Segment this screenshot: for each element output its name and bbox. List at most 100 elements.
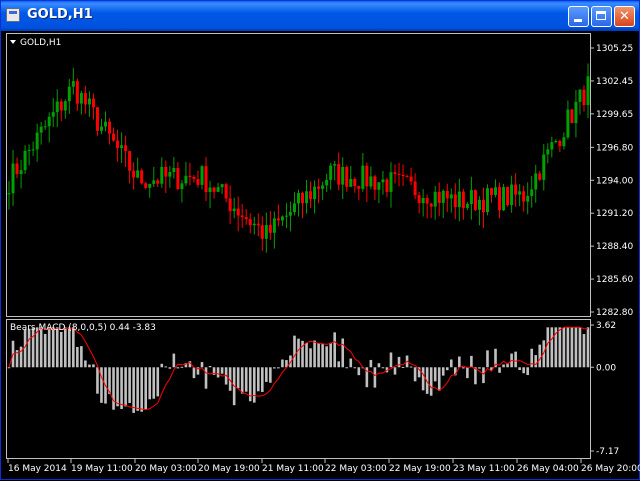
candle-body	[485, 188, 489, 213]
time-tick-label: 20 May 19:00	[198, 464, 260, 474]
candle-body	[220, 184, 224, 188]
histogram-bar	[458, 356, 461, 368]
candle-body	[369, 176, 373, 187]
candle-body	[526, 195, 530, 202]
candle-body	[43, 126, 47, 128]
histogram-bar	[269, 367, 272, 383]
histogram-bar	[349, 358, 353, 368]
histogram-bar	[200, 362, 204, 368]
histogram-bar	[128, 367, 131, 404]
candle-body	[59, 101, 63, 111]
candle-body	[586, 76, 590, 106]
histogram-bar	[397, 356, 401, 368]
histogram-bar	[63, 327, 67, 368]
candle-body	[329, 165, 333, 180]
candle-body	[397, 173, 401, 175]
price-tick-label: 1302.45	[596, 77, 633, 87]
symbol-label[interactable]: GOLD,H1	[10, 38, 61, 48]
candle-body	[200, 166, 204, 185]
histogram-bar	[148, 367, 152, 400]
histogram-bar	[486, 350, 489, 368]
histogram-bar	[124, 367, 127, 407]
candlestick-series	[7, 63, 590, 253]
indicator-tick-label: 0.00	[596, 363, 616, 373]
histogram-bar	[164, 366, 168, 368]
histogram-bar	[369, 359, 373, 368]
histogram-bar	[120, 367, 123, 410]
candle-body	[494, 187, 498, 195]
histogram-bar	[27, 328, 31, 368]
histogram-bar	[261, 367, 264, 392]
price-tick-label: 1305.25	[596, 44, 633, 54]
candle-body	[321, 185, 325, 189]
candle-body	[409, 176, 413, 182]
histogram-bar	[337, 361, 341, 368]
histogram-bar	[180, 366, 184, 368]
candle-body	[534, 173, 538, 190]
candle-body	[232, 208, 236, 212]
histogram-bar	[309, 348, 312, 368]
histogram-bar	[526, 367, 529, 376]
candle-body	[256, 223, 260, 226]
histogram-bar	[256, 367, 260, 392]
histogram-bar	[252, 367, 256, 403]
histogram-bar	[317, 343, 320, 368]
candle-body	[429, 203, 433, 207]
dropdown-triangle-icon[interactable]	[10, 40, 16, 44]
histogram-bar	[7, 367, 11, 369]
histogram-bar	[144, 367, 148, 410]
candle-body	[433, 191, 437, 207]
candle-body	[498, 187, 502, 211]
candle-body	[341, 166, 345, 185]
candle-body	[562, 137, 566, 147]
histogram-bar	[305, 343, 308, 368]
histogram-bar	[55, 327, 59, 368]
histogram-bar	[96, 367, 99, 394]
candle-body	[55, 101, 59, 113]
candle-body	[558, 140, 562, 147]
histogram-bar	[31, 328, 35, 368]
candle-body	[357, 186, 361, 189]
histogram-bar	[88, 364, 91, 368]
histogram-bar	[546, 327, 550, 368]
candle-body	[292, 203, 296, 213]
histogram-bar	[216, 367, 220, 378]
candle-body	[168, 172, 172, 177]
histogram-bar	[393, 367, 397, 375]
histogram-bar	[518, 367, 521, 371]
candle-body	[188, 175, 192, 177]
histogram-bar	[522, 367, 525, 374]
histogram-bar	[244, 367, 248, 392]
candle-body	[417, 195, 421, 204]
time-tick-label: 26 May 04:00	[517, 464, 579, 474]
histogram-bar	[345, 367, 349, 369]
histogram-bar	[429, 367, 433, 396]
histogram-bar	[43, 333, 47, 368]
histogram-bar	[466, 367, 469, 379]
candle-body	[136, 170, 140, 178]
histogram-bar	[112, 367, 115, 410]
histogram-bar	[373, 367, 377, 388]
candle-body	[196, 179, 200, 185]
histogram-bar	[116, 367, 119, 407]
chart-area[interactable]: 1305.25 1302.45 1299.65 1296.80 1294.00 1291.…	[1, 1, 640, 481]
histogram-bar	[273, 367, 276, 369]
candle-body	[260, 225, 264, 239]
candle-body	[349, 178, 353, 187]
indicator-tick-label: -7.17	[596, 447, 619, 457]
histogram-bar	[84, 360, 87, 368]
candle-body	[184, 175, 188, 184]
histogram-bar	[401, 366, 405, 368]
candle-body	[401, 174, 405, 177]
candle-body	[164, 166, 168, 177]
candle-body	[413, 181, 417, 196]
candle-body	[95, 107, 99, 131]
candle-body	[490, 188, 493, 195]
candle-body	[15, 163, 19, 174]
histogram-bar	[341, 338, 345, 368]
candle-body	[305, 191, 309, 204]
time-tick-label: 19 May 11:00	[71, 464, 133, 474]
histogram-bar	[409, 366, 413, 368]
histogram-bar	[325, 346, 328, 368]
histogram-bar	[421, 367, 425, 391]
